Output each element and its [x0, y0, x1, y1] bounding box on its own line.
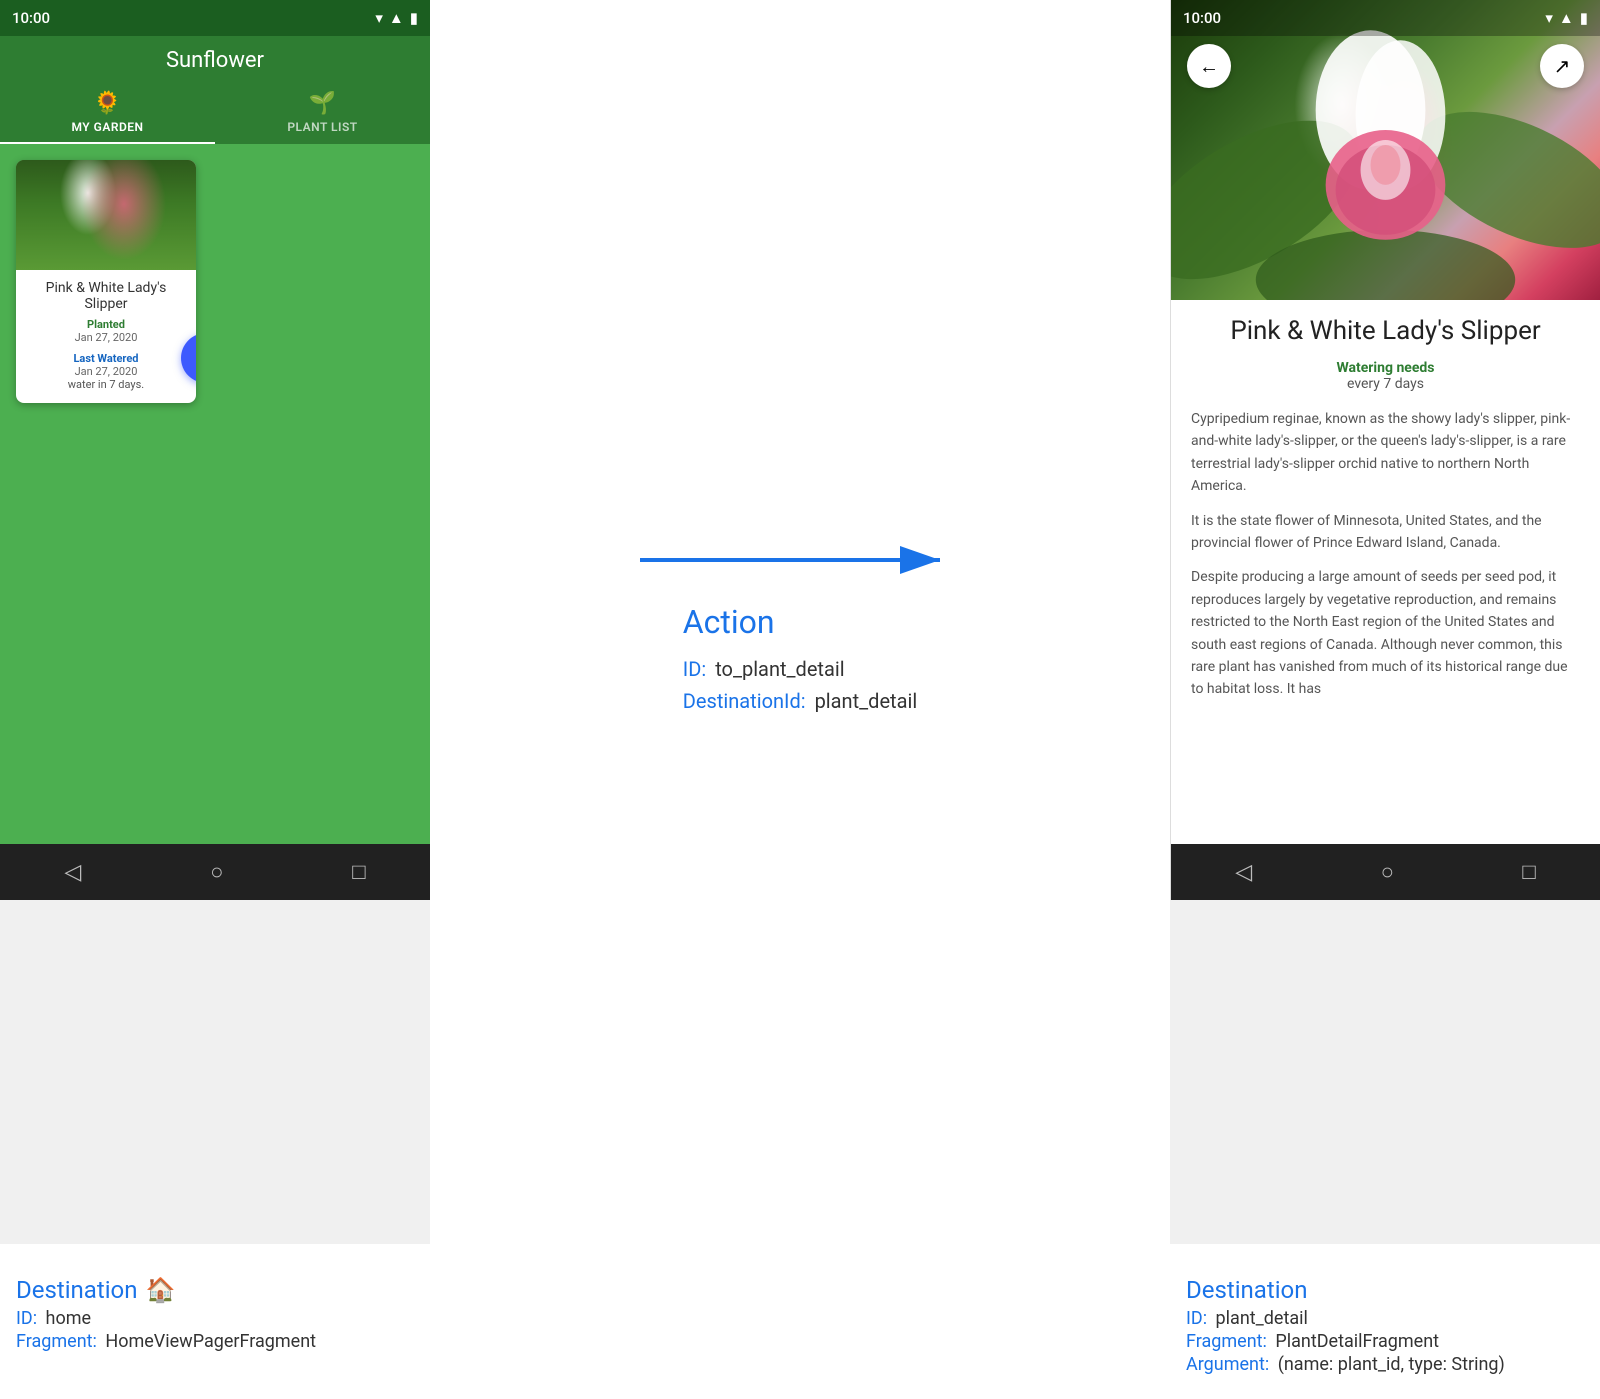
left-dest-fragment-value: HomeViewPagerFragment: [105, 1331, 316, 1352]
left-dest-fragment: Fragment: HomeViewPagerFragment: [16, 1331, 414, 1352]
action-dest-field: DestinationId: plant_detail: [683, 689, 917, 713]
right-dest-title: Destination: [1186, 1276, 1308, 1304]
tab-plant-list[interactable]: 🌱 PLANT LIST: [215, 83, 430, 144]
signal-icon: ▲: [389, 9, 404, 27]
action-id-field: ID: to_plant_detail: [683, 657, 917, 681]
right-status-bar: 10:00 ▾ ▲ ▮: [1171, 0, 1600, 36]
description-para-2: It is the state flower of Minnesota, Uni…: [1191, 510, 1580, 555]
my-garden-icon: 🌻: [94, 91, 122, 116]
right-dest-id-value: plant_detail: [1216, 1308, 1308, 1329]
left-time: 10:00: [12, 9, 50, 27]
right-status-icons: ▾ ▲ ▮: [1545, 9, 1588, 27]
tab-my-garden-label: MY GARDEN: [71, 120, 143, 134]
battery-icon: ▮: [410, 9, 418, 27]
left-dest-fragment-label: Fragment:: [16, 1331, 97, 1352]
right-dest-title-row: Destination: [1186, 1276, 1584, 1304]
planted-label: Planted: [26, 318, 186, 331]
right-back-nav-btn[interactable]: ◁: [1235, 860, 1252, 885]
action-dest-id-label: DestinationId:: [683, 689, 806, 713]
description-para-3: Despite producing a large amount of seed…: [1191, 566, 1580, 700]
detail-plant-name: Pink & White Lady's Slipper: [1191, 316, 1580, 346]
left-phone-content: Pink & White Lady's Slipper Planted Jan …: [0, 144, 430, 844]
left-status-bar: 10:00 ▾ ▲ ▮: [0, 0, 430, 36]
plant-card[interactable]: Pink & White Lady's Slipper Planted Jan …: [16, 160, 196, 403]
recents-nav-btn[interactable]: □: [352, 859, 365, 885]
right-dest-argument-value: (name: plant_id, type: String): [1278, 1354, 1505, 1375]
bottom-destinations: Destination 🏠 ID: home Fragment: HomeVie…: [0, 1244, 1600, 1399]
flower-image: [16, 160, 196, 270]
plant-card-image: [16, 160, 196, 270]
last-watered-date: Jan 27, 2020: [26, 365, 186, 378]
description-para-1: Cypripedium reginae, known as the showy …: [1191, 408, 1580, 498]
right-dest-argument-label: Argument:: [1186, 1354, 1269, 1375]
action-info-box: Action ID: to_plant_detail DestinationId…: [683, 603, 917, 721]
action-section: Action ID: to_plant_detail DestinationId…: [430, 0, 1170, 1244]
right-battery-icon: ▮: [1580, 9, 1588, 27]
navigation-arrow: [640, 530, 960, 590]
right-dest-fragment-label: Fragment:: [1186, 1331, 1267, 1352]
tabs-container: 🌻 MY GARDEN 🌱 PLANT LIST: [0, 83, 430, 144]
right-destination: Destination ID: plant_detail Fragment: P…: [1170, 1264, 1600, 1399]
plant-list-icon: 🌱: [309, 91, 337, 116]
left-phone: 10:00 ▾ ▲ ▮ Sunflower 🌻 MY GARDEN: [0, 0, 430, 1244]
left-dest-id: ID: home: [16, 1308, 414, 1329]
plant-description: Cypripedium reginae, known as the showy …: [1191, 408, 1580, 701]
right-phone: 10:00 ▾ ▲ ▮: [1170, 0, 1600, 1244]
back-icon: ←: [1199, 54, 1219, 79]
plant-hero-image: 10:00 ▾ ▲ ▮: [1171, 0, 1600, 300]
left-status-icons: ▾ ▲ ▮: [375, 9, 418, 27]
right-recents-nav-btn[interactable]: □: [1522, 859, 1535, 885]
right-signal-icon: ▲: [1559, 9, 1574, 27]
plant-card-body: Pink & White Lady's Slipper Planted Jan …: [16, 270, 196, 403]
right-wifi-icon: ▾: [1545, 9, 1553, 27]
last-watered-label: Last Watered: [26, 352, 186, 365]
home-dest-icon: 🏠: [146, 1276, 176, 1304]
planted-date: Jan 27, 2020: [26, 331, 186, 344]
tab-plant-list-label: PLANT LIST: [287, 120, 357, 134]
left-destination: Destination 🏠 ID: home Fragment: HomeVie…: [0, 1264, 430, 1399]
left-dest-title: Destination: [16, 1276, 138, 1304]
plant-detail-content: Pink & White Lady's Slipper Watering nee…: [1171, 300, 1600, 844]
tab-my-garden[interactable]: 🌻 MY GARDEN: [0, 83, 215, 144]
watering-needs-label: Watering needs: [1191, 360, 1580, 376]
bottom-spacer: [430, 1264, 1170, 1399]
plant-card-name: Pink & White Lady's Slipper: [26, 280, 186, 312]
right-dest-argument: Argument: (name: plant_id, type: String): [1186, 1354, 1584, 1375]
right-time: 10:00: [1183, 9, 1221, 27]
action-id-label: ID:: [683, 657, 706, 681]
watering-section: Watering needs every 7 days: [1191, 360, 1580, 392]
detail-back-button[interactable]: ←: [1187, 44, 1231, 88]
app-title: Sunflower: [0, 48, 430, 73]
left-app-bar: Sunflower 🌻 MY GARDEN 🌱 PLANT LIST: [0, 36, 430, 144]
action-title: Action: [683, 603, 917, 641]
water-info: water in 7 days.: [26, 378, 186, 391]
left-dest-id-label: ID:: [16, 1308, 37, 1329]
right-dest-fragment-value: PlantDetailFragment: [1275, 1331, 1439, 1352]
left-dest-id-value: home: [46, 1308, 92, 1329]
action-id-value: to_plant_detail: [715, 657, 844, 681]
right-dest-id-label: ID:: [1186, 1308, 1207, 1329]
action-dest-id-value: plant_detail: [815, 689, 918, 713]
share-icon: ↗: [1554, 54, 1571, 78]
left-dest-title-row: Destination 🏠: [16, 1276, 414, 1304]
right-nav-bar: ◁ ○ □: [1171, 844, 1600, 900]
home-nav-btn[interactable]: ○: [210, 859, 223, 885]
watering-schedule: every 7 days: [1191, 376, 1580, 392]
hero-actions: ← ↗: [1171, 36, 1600, 96]
back-nav-btn[interactable]: ◁: [64, 860, 81, 885]
left-nav-bar: ◁ ○ □: [0, 844, 430, 900]
share-button[interactable]: ↗: [1540, 44, 1584, 88]
right-dest-id: ID: plant_detail: [1186, 1308, 1584, 1329]
right-dest-fragment: Fragment: PlantDetailFragment: [1186, 1331, 1584, 1352]
right-home-nav-btn[interactable]: ○: [1381, 859, 1394, 885]
wifi-icon: ▾: [375, 9, 383, 27]
